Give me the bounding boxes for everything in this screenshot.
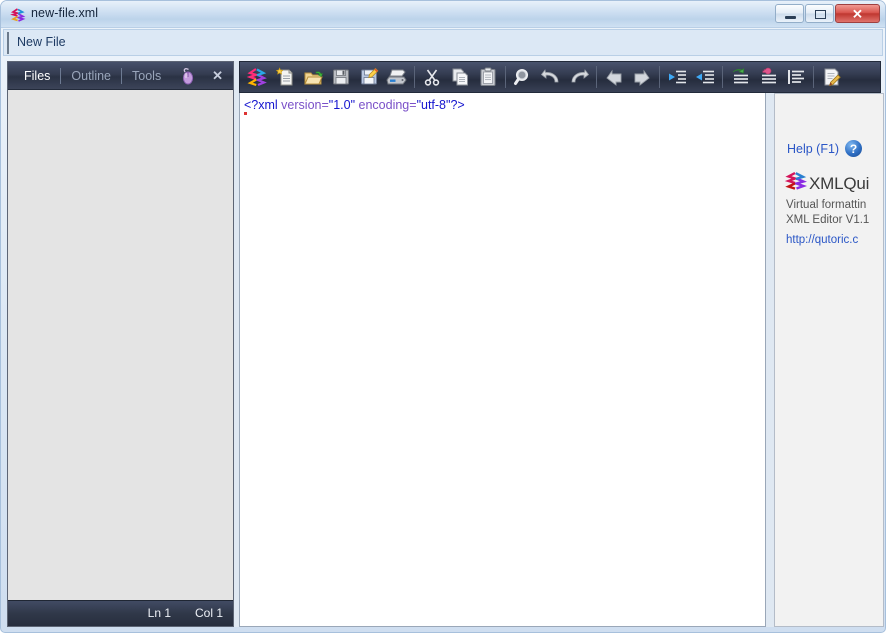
new-file-icon[interactable] — [271, 63, 299, 91]
indent-icon[interactable] — [691, 63, 719, 91]
paste-icon[interactable] — [474, 63, 502, 91]
print-icon[interactable] — [383, 63, 411, 91]
sidebar-tab-tools[interactable]: Tools — [122, 67, 171, 85]
brand-name: XMLQui — [809, 173, 870, 193]
edit-document-icon[interactable] — [817, 63, 845, 91]
left-panel-close-icon[interactable]: ✕ — [212, 67, 223, 85]
toolbar-divider — [414, 66, 415, 88]
format-list-icon[interactable] — [782, 63, 810, 91]
tab-new-file[interactable]: New File — [7, 32, 78, 54]
main-toolbar — [239, 61, 881, 93]
forward-icon[interactable] — [628, 63, 656, 91]
help-link[interactable]: Help (F1) — [787, 142, 839, 156]
close-button[interactable]: ✕ — [835, 4, 880, 23]
minimize-icon — [785, 16, 796, 19]
status-line-number: Ln 1 — [147, 606, 171, 620]
toolbar-divider — [659, 66, 660, 88]
toolbar-divider — [722, 66, 723, 88]
help-description-line1: Virtual formattin — [786, 199, 867, 211]
help-website-url[interactable]: http://qutoric.c — [786, 234, 858, 246]
toolbar-divider — [505, 66, 506, 88]
undo-icon[interactable] — [537, 63, 565, 91]
help-description: Virtual formattin XML Editor V1.1 — [786, 198, 869, 228]
title-bar: new-file.xml ✕ — [1, 1, 885, 28]
xml-declaration-open: <?xml — [244, 98, 278, 112]
computer-mouse-icon[interactable] — [177, 66, 197, 86]
copy-icon[interactable] — [446, 63, 474, 91]
xml-declaration-close: ?> — [450, 98, 465, 112]
sidebar-tab-files[interactable]: Files — [14, 67, 60, 85]
xmlquire-logo-icon — [784, 170, 808, 197]
left-panel-tabs: Files Outline Tools — [14, 67, 171, 85]
toolbar-divider — [596, 66, 597, 88]
save-as-icon[interactable] — [355, 63, 383, 91]
editor-caret-marker — [244, 112, 247, 115]
help-link-row[interactable]: Help (F1) ? — [787, 140, 863, 157]
status-column-number: Col 1 — [194, 606, 223, 620]
window-controls: ✕ — [775, 4, 880, 23]
open-folder-icon[interactable] — [299, 63, 327, 91]
insert-attribute-icon[interactable] — [754, 63, 782, 91]
brand-row: XMLQui — [784, 170, 870, 197]
close-icon: ✕ — [852, 6, 863, 21]
editor-status-bar: Ln 1 Col 1 — [8, 600, 233, 626]
outdent-icon[interactable] — [663, 63, 691, 91]
cut-icon[interactable] — [418, 63, 446, 91]
redo-icon[interactable] — [565, 63, 593, 91]
right-splitter[interactable] — [766, 93, 774, 627]
xmlquire-logo-icon[interactable] — [243, 63, 271, 91]
xml-version-attr: version= — [277, 98, 329, 112]
left-panel: Files Outline Tools ✕ Ln 1 Col 1 — [7, 61, 234, 627]
sidebar-tab-outline[interactable]: Outline — [61, 67, 121, 85]
back-icon[interactable] — [600, 63, 628, 91]
xml-encoding-value: "utf-8" — [416, 98, 451, 112]
save-icon[interactable] — [327, 63, 355, 91]
file-list-area[interactable] — [8, 90, 233, 600]
insert-element-icon[interactable] — [726, 63, 754, 91]
help-panel: Help (F1) ? XMLQui Virtual formattin XML… — [774, 93, 884, 627]
window-title: new-file.xml — [31, 6, 99, 20]
restore-button[interactable] — [805, 4, 834, 23]
find-icon[interactable] — [509, 63, 537, 91]
help-description-line2: XML Editor V1.1 — [786, 214, 870, 226]
xml-encoding-attr: encoding= — [355, 98, 417, 112]
editor-code-line: <?xml version="1.0" encoding="utf-8"?> — [244, 98, 465, 112]
question-mark-icon[interactable]: ? — [845, 140, 863, 157]
toolbar-divider — [813, 66, 814, 88]
application-window: new-file.xml ✕ New File Files Outline To… — [0, 0, 886, 633]
tab-label: New File — [17, 35, 66, 49]
xmlquire-logo-icon — [10, 7, 26, 23]
file-tab-strip: New File — [3, 29, 883, 56]
left-panel-header: Files Outline Tools ✕ — [8, 62, 233, 90]
xml-version-value: "1.0" — [328, 98, 356, 112]
restore-icon — [815, 10, 826, 19]
minimize-button[interactable] — [775, 4, 804, 23]
xml-editor[interactable]: <?xml version="1.0" encoding="utf-8"?> — [239, 93, 766, 627]
